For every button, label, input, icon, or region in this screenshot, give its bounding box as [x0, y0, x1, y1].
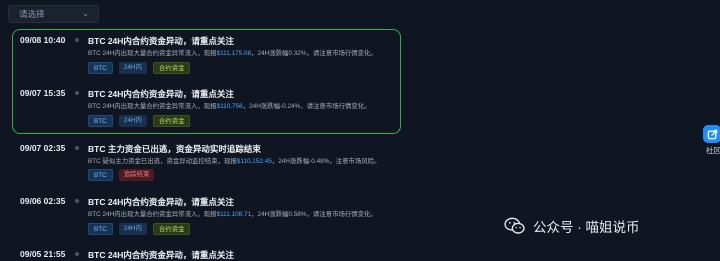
price-value: $111,175.08: [216, 50, 252, 57]
tag-list: BTC 24H内 合约资金: [88, 223, 191, 235]
tag-coin[interactable]: BTC: [88, 223, 113, 235]
tag-contract[interactable]: 合约资金: [152, 223, 191, 235]
wechat-icon: [504, 217, 525, 234]
timeline-dot: [75, 252, 79, 256]
tag-coin[interactable]: BTC: [88, 115, 113, 127]
tag-contract[interactable]: 合约资金: [152, 115, 191, 127]
watermark-text: 公众号 · 喵姐说币: [533, 220, 640, 235]
desc-prefix: BTC 疑似主力资金已出逃，资金异动监控结束，现报: [88, 158, 237, 165]
alert-title: BTC 24H内合约资金异动，请重点关注: [88, 36, 234, 46]
alert-feed: 09/08 10:40 BTC 24H内合约资金异动，请重点关注 BTC 24H…: [0, 0, 420, 261]
desc-suffix: ，24H涨跌幅-0.24%，请注意市场行情变化。: [242, 103, 371, 110]
share-icon: [703, 125, 720, 143]
desc-suffix: ，24H涨跌幅0.58%，请注意市场行情变化。: [251, 211, 377, 218]
alert-time: 09/07 02:35: [20, 143, 66, 153]
tag-tracking-ended[interactable]: 追踪结束: [118, 169, 155, 181]
alert-title: BTC 24H内合约资金异动，请重点关注: [88, 197, 234, 207]
alert-title: BTC 24H内合约资金异动，请重点关注: [88, 250, 234, 260]
timeline-dot: [75, 199, 79, 203]
alert-description: BTC 疑似主力资金已出逃，资金异动监控结束，现报$110,152.45，24H…: [88, 156, 381, 165]
desc-prefix: BTC 24H内出现大量合约资金异常流入，现报: [88, 50, 217, 57]
price-value: $111,108.71: [216, 211, 252, 218]
desc-prefix: BTC 24H内出现大量合约资金异常流入，现报: [88, 103, 217, 110]
watermark: 公众号 · 喵姐说币: [504, 216, 640, 236]
desc-suffix: ，24H涨跌幅0.32%，请注意市场行情变化。: [251, 50, 377, 57]
alert-description: BTC 24H内出现大量合约资金异常流入，现报$111,108.71，24H涨跌…: [88, 209, 377, 218]
tag-period[interactable]: 24H内: [118, 223, 147, 235]
tag-list: BTC 24H内 合约资金: [88, 62, 191, 74]
alert-time: 09/05 21:55: [20, 249, 66, 259]
timeline-dot: [75, 91, 79, 95]
desc-prefix: BTC 24H内出现大量合约资金异常流入，现报: [88, 211, 217, 218]
tag-contract[interactable]: 合约资金: [152, 62, 191, 74]
alert-title: BTC 24H内合约资金异动，请重点关注: [88, 89, 234, 99]
timeline-dot: [75, 146, 79, 150]
timeline-dot: [75, 38, 79, 42]
alert-description: BTC 24H内出现大量合约资金异常流入，现报$111,175.08，24H涨跌…: [88, 48, 377, 57]
price-value: $110,756: [216, 103, 243, 110]
alert-description: BTC 24H内出现大量合约资金异常流入，现报$110,756，24H涨跌幅-0…: [88, 101, 371, 110]
alert-time: 09/07 15:35: [20, 88, 66, 98]
desc-suffix: ，24H涨跌幅-0.48%，注意市场风险。: [271, 158, 381, 165]
alert-title: BTC 主力资金已出逃，资金异动实时追踪结束: [88, 144, 261, 154]
community-label: 社区: [706, 146, 720, 155]
alert-time: 09/08 10:40: [20, 35, 66, 45]
tag-coin[interactable]: BTC: [88, 62, 113, 74]
tag-list: BTC 追踪结束: [88, 169, 155, 181]
community-button[interactable]: 社区: [702, 125, 720, 162]
alert-time: 09/06 02:35: [20, 196, 66, 206]
tag-period[interactable]: 24H内: [118, 62, 147, 74]
price-value: $110,152.45: [236, 158, 272, 165]
tag-list: BTC 24H内 合约资金: [88, 115, 191, 127]
tag-coin[interactable]: BTC: [88, 169, 113, 181]
tag-period[interactable]: 24H内: [118, 115, 147, 127]
